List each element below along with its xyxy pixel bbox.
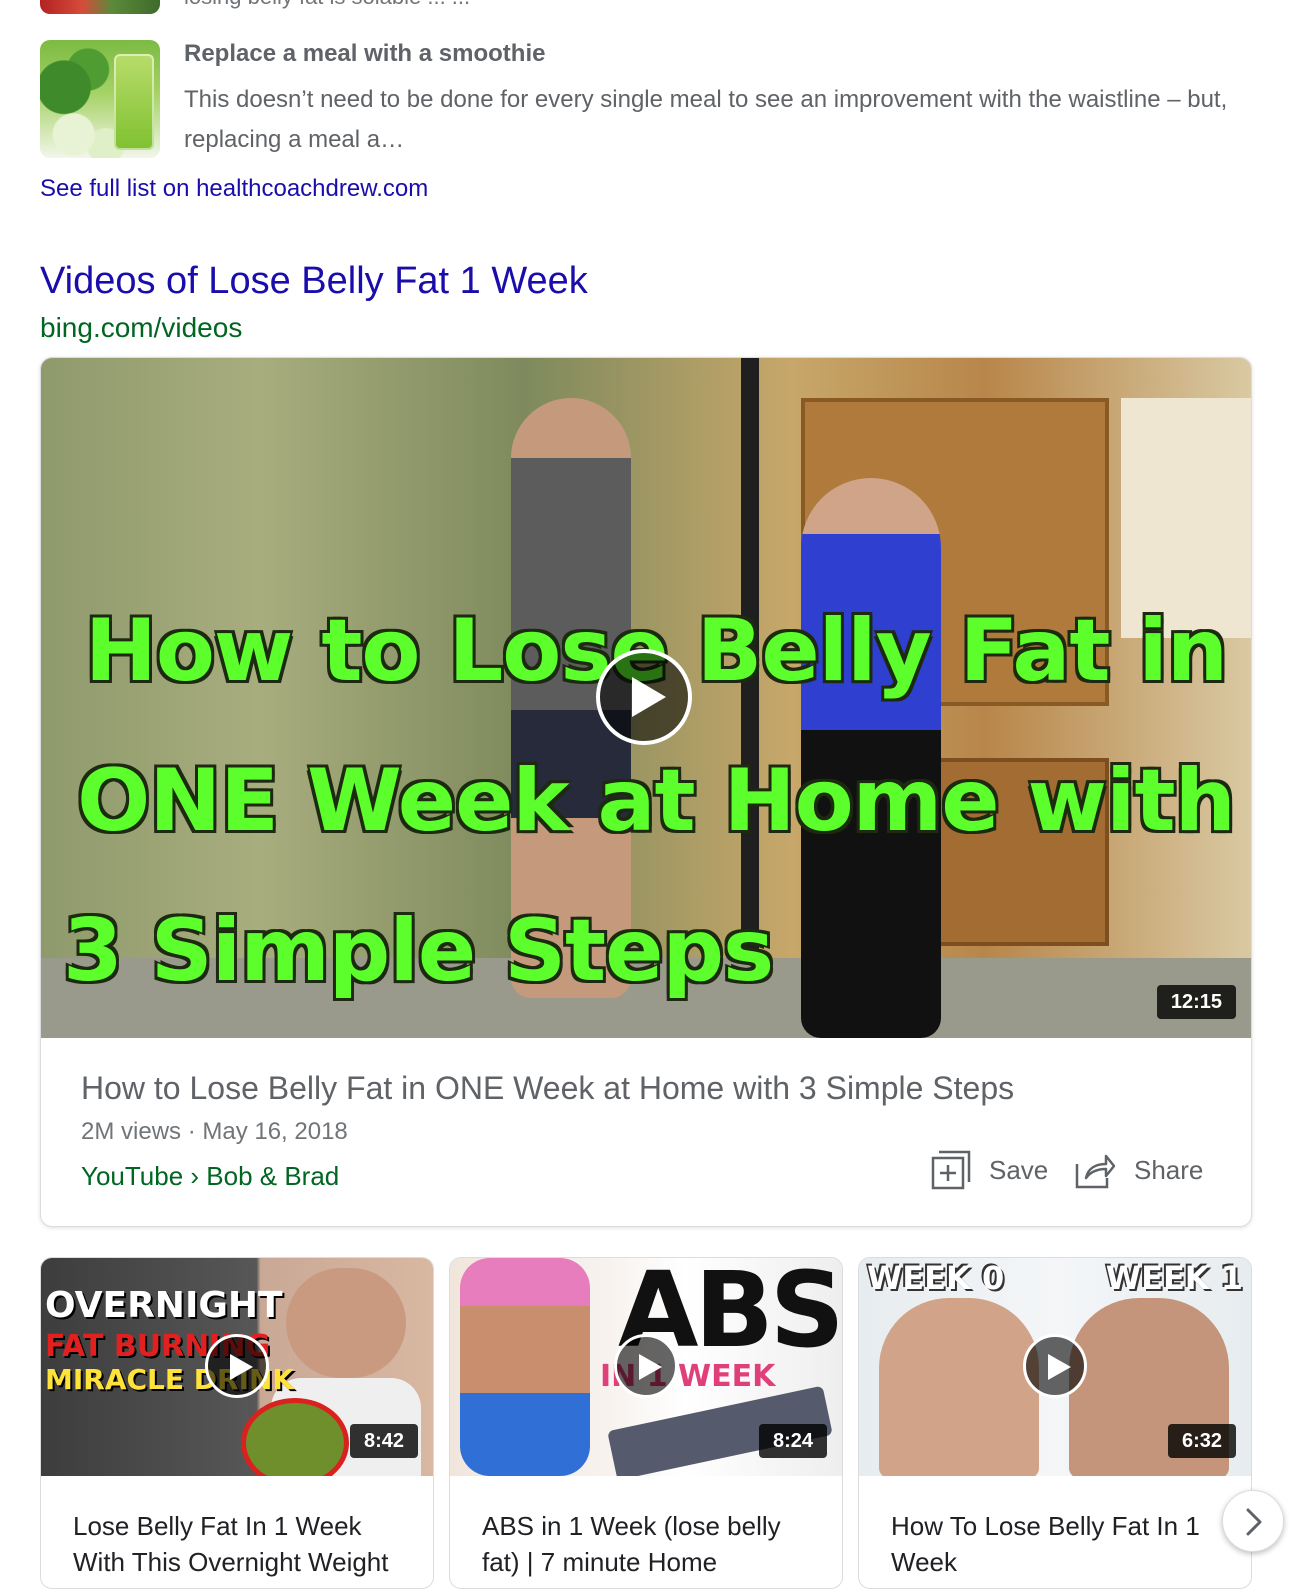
- video-card-1-title[interactable]: Lose Belly Fat In 1 Week With This Overn…: [73, 1508, 403, 1580]
- main-video-card[interactable]: How to Lose Belly Fat in ONE Week at Hom…: [40, 357, 1252, 1227]
- save-button[interactable]: Save: [931, 1148, 1048, 1192]
- smoothie-thumbnail[interactable]: [40, 40, 160, 158]
- thumbnail-text-week-0: WEEK 0: [867, 1259, 1005, 1297]
- thumbnail-abs-figure: [460, 1258, 590, 1476]
- play-icon[interactable]: [1023, 1334, 1087, 1398]
- carousel-next-button[interactable]: [1222, 1490, 1284, 1552]
- video-card-3[interactable]: WEEK 0 WEEK 1 6:32 How To Lose Belly Fat…: [858, 1257, 1252, 1589]
- main-video-title[interactable]: How to Lose Belly Fat in ONE Week at Hom…: [81, 1070, 1014, 1107]
- main-video-thumbnail[interactable]: How to Lose Belly Fat in ONE Week at Hom…: [41, 358, 1251, 1038]
- video-card-3-duration: 6:32: [1167, 1424, 1236, 1458]
- video-card-2-duration: 8:24: [758, 1424, 827, 1458]
- play-icon[interactable]: [596, 649, 692, 745]
- thumbnail-text-overnight: OVERNIGHT: [45, 1285, 283, 1326]
- thumbnail-overlay-line-3: 3 Simple Steps: [63, 901, 774, 1001]
- share-label: Share: [1134, 1154, 1204, 1185]
- video-card-3-thumbnail[interactable]: WEEK 0 WEEK 1 6:32: [859, 1258, 1251, 1476]
- see-full-list-link[interactable]: See full list on healthcoachdrew.com: [40, 175, 428, 203]
- main-video-duration: 12:15: [1156, 985, 1236, 1019]
- video-card-1-thumbnail[interactable]: OVERNIGHT FAT BURNING MIRACLE DRINK 8:42: [41, 1258, 433, 1476]
- chevron-right-icon: [1246, 1508, 1262, 1536]
- thumbnail-man-head: [286, 1268, 406, 1378]
- previous-item-snippet: losing belly fat is solable ... ...: [184, 0, 470, 10]
- smoothie-glass-image: [114, 54, 154, 150]
- list-item-title[interactable]: Replace a meal with a smoothie: [184, 40, 545, 68]
- thumbnail-torso-before: [879, 1298, 1039, 1476]
- save-label: Save: [989, 1154, 1049, 1185]
- main-video-channel[interactable]: YouTube › Bob & Brad: [81, 1161, 339, 1192]
- share-icon: [1075, 1154, 1116, 1189]
- save-icon: [931, 1150, 971, 1190]
- previous-item-thumbnail[interactable]: [40, 0, 160, 14]
- play-icon[interactable]: [614, 1334, 678, 1398]
- video-card-1-duration: 8:42: [349, 1424, 418, 1458]
- videos-source-url[interactable]: bing.com/videos: [40, 312, 242, 344]
- list-item-snippet: This doesn’t need to be done for every s…: [184, 86, 1228, 153]
- thumbnail-text-week-1: WEEK 1: [1105, 1259, 1243, 1297]
- video-card-1[interactable]: OVERNIGHT FAT BURNING MIRACLE DRINK 8:42…: [40, 1257, 434, 1589]
- video-card-2[interactable]: ABS IN 1 WEEK 8:24 ABS in 1 Week (lose b…: [449, 1257, 843, 1589]
- play-icon[interactable]: [205, 1334, 269, 1398]
- share-button[interactable]: Share: [1074, 1148, 1203, 1192]
- thumbnail-overlay-line-2: ONE Week at Home with: [77, 751, 1236, 851]
- video-card-2-title[interactable]: ABS in 1 Week (lose belly fat) | 7 minut…: [482, 1508, 812, 1580]
- video-card-3-title[interactable]: How To Lose Belly Fat In 1 Week: [891, 1508, 1221, 1580]
- main-video-meta: 2M views · May 16, 2018: [81, 1118, 348, 1145]
- video-card-2-thumbnail[interactable]: ABS IN 1 WEEK 8:24: [450, 1258, 842, 1476]
- videos-section-title[interactable]: Videos of Lose Belly Fat 1 Week: [40, 260, 588, 303]
